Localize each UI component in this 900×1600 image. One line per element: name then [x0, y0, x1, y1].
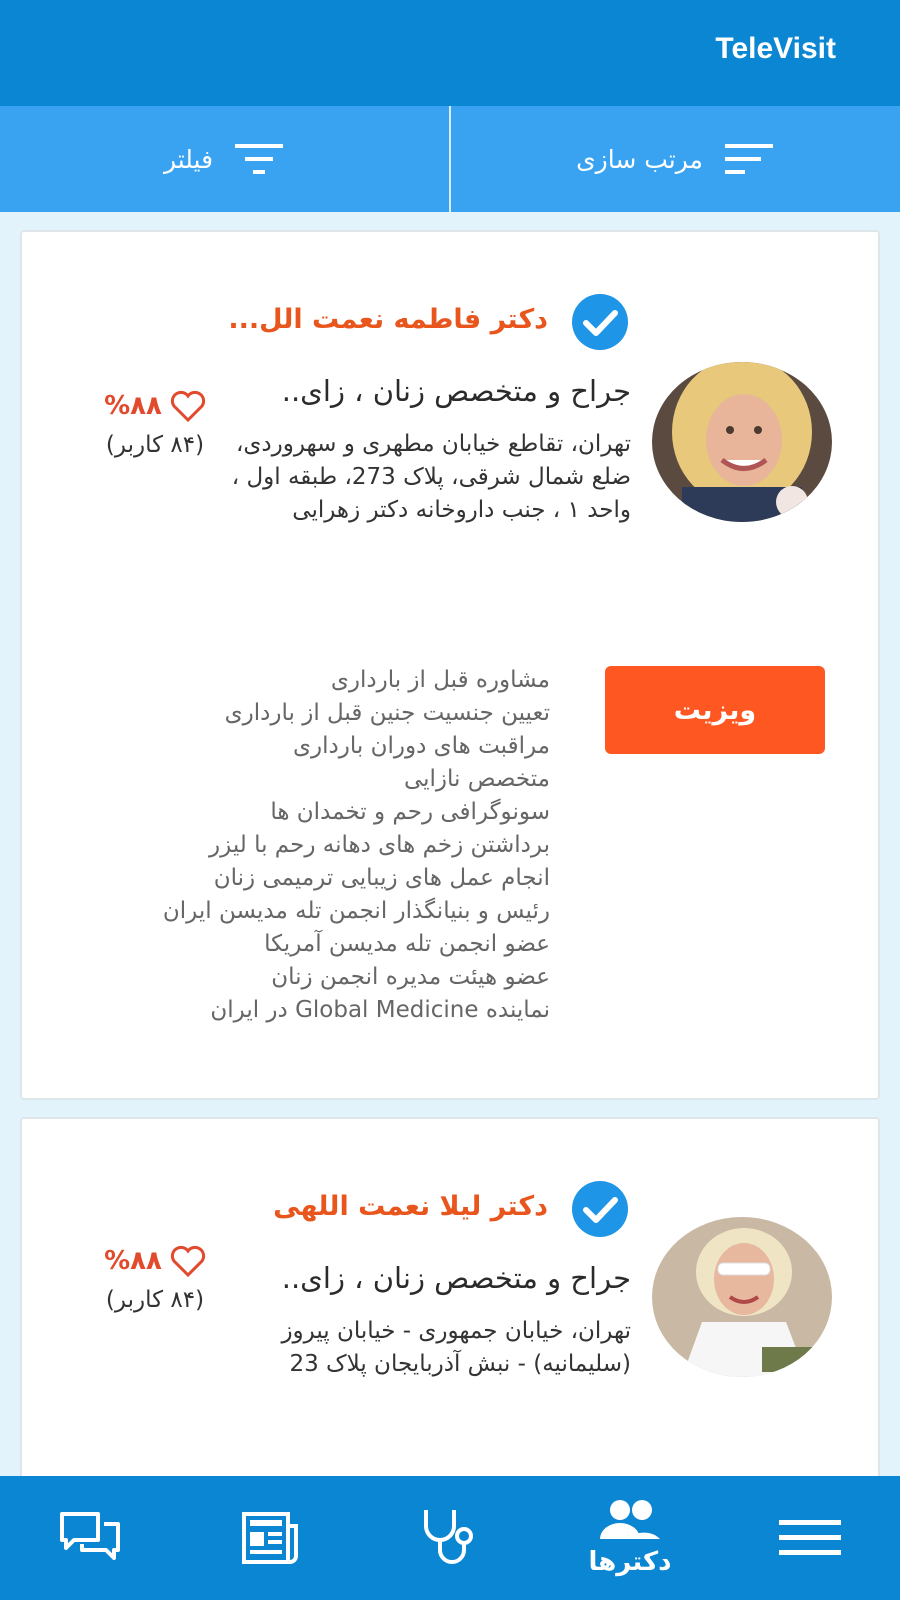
visit-button[interactable]: ویزیت — [605, 666, 825, 754]
filter-button[interactable]: فیلتر — [0, 106, 449, 212]
rating-users: (۸۴ کاربر) — [105, 432, 205, 458]
service-item: مراقبت های دوران بارداری — [293, 733, 550, 759]
doctor-name[interactable]: دکتر فاطمه نعمت الل... — [228, 304, 548, 335]
nav-menu[interactable] — [750, 1476, 870, 1600]
doctor-card[interactable]: دکتر لیلا نعمت اللهی جراح و متخصص زنان ،… — [20, 1117, 880, 1517]
nav-doctors[interactable]: دکترها — [570, 1476, 690, 1600]
nav-messages[interactable] — [30, 1476, 150, 1600]
filter-label: فیلتر — [163, 144, 214, 174]
service-item: عضو هیئت مدیره انجمن زنان — [271, 964, 550, 990]
doctor-address: تهران، خیابان جمهوری - خیابان پیروز (سلی… — [281, 1318, 631, 1377]
doctor-address: تهران، تقاطع خیابان مطهری و سهروردی، ضلع… — [231, 431, 631, 523]
rating-block: %۸۸ (۸۴ کاربر) — [80, 1245, 230, 1313]
service-item: متخصص نازایی — [403, 766, 550, 792]
menu-icon — [779, 1520, 841, 1555]
nav-visits[interactable] — [390, 1476, 510, 1600]
rating-percent: %۸۸ — [104, 1246, 162, 1276]
doctor-name[interactable]: دکتر لیلا نعمت اللهی — [273, 1191, 548, 1222]
doctor-card[interactable]: دکتر فاطمه نعمت الل... جراح و متخصص زنان… — [20, 230, 880, 1100]
doctor-avatar — [652, 1217, 832, 1377]
filter-icon — [235, 144, 284, 174]
bottom-navigation: دکترها — [0, 1476, 900, 1600]
rating-percent: %۸۸ — [104, 391, 162, 421]
services-list: مشاوره قبل از بارداری تعیین جنسیت جنین ق… — [50, 664, 550, 1027]
verified-check-icon — [560, 292, 640, 352]
service-item: انجام عمل های زیبایی ترمیمی زنان — [213, 865, 550, 891]
sort-label: مرتب سازی — [576, 144, 703, 174]
stethoscope-icon — [424, 1510, 473, 1564]
app-title: TeleVisit — [715, 32, 836, 65]
service-item: سونوگرافی رحم و تخمدان ها — [270, 799, 550, 825]
chat-icon — [60, 1512, 120, 1560]
rating-block: %۸۸ (۸۴ کاربر) — [80, 390, 230, 458]
service-item: نماینده Global Medicine در ایران — [210, 997, 550, 1023]
doctor-specialty: جراح و متخصص زنان ، زای.. — [281, 374, 631, 408]
app-header: TeleVisit — [0, 0, 900, 106]
verified-check-icon — [560, 1179, 640, 1239]
service-item: رئیس و بنیانگذار انجمن تله مدیسن ایران — [162, 898, 550, 924]
doctor-avatar — [652, 362, 832, 522]
sort-filter-bar: مرتب سازی فیلتر — [0, 106, 900, 212]
sort-icon — [724, 144, 773, 174]
newspaper-icon — [242, 1512, 298, 1564]
doctor-specialty: جراح و متخصص زنان ، زای.. — [281, 1261, 631, 1295]
service-item: برداشتن زخم های دهانه رحم با لیزر — [209, 832, 550, 858]
nav-news[interactable] — [210, 1476, 330, 1600]
service-item: تعیین جنسیت جنین قبل از بارداری — [224, 700, 550, 726]
sort-button[interactable]: مرتب سازی — [451, 106, 900, 212]
service-item: عضو انجمن تله مدیسن آمریکا — [264, 931, 550, 957]
heart-icon[interactable] — [170, 1245, 206, 1277]
nav-doctors-label: دکترها — [588, 1547, 672, 1577]
service-item: مشاوره قبل از بارداری — [330, 667, 550, 693]
users-icon — [600, 1500, 660, 1539]
heart-icon[interactable] — [170, 390, 206, 422]
rating-users: (۸۴ کاربر) — [105, 1287, 205, 1313]
